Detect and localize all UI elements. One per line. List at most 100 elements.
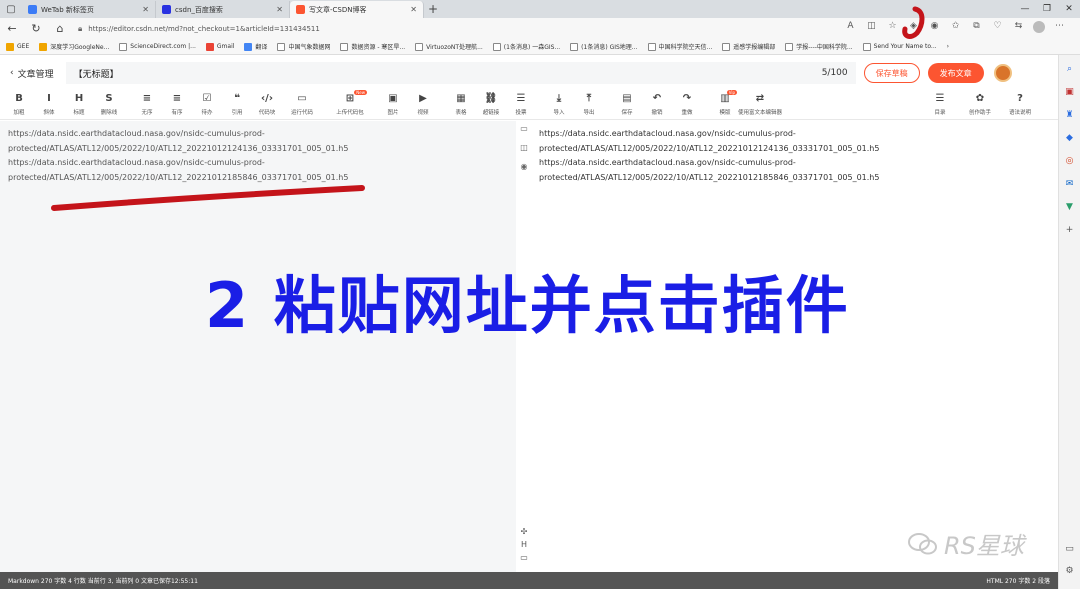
toolbar-tool-22[interactable]: ⇄ 使用富文本编辑器 bbox=[738, 90, 782, 116]
publish-button[interactable]: 发布文章 bbox=[927, 63, 984, 83]
favorites-icon[interactable]: ✩ bbox=[949, 21, 962, 33]
collections-icon[interactable]: ⧉ bbox=[970, 21, 983, 33]
sidebar-toggle-icon[interactable]: ▭ bbox=[1064, 543, 1076, 555]
bookmark-item[interactable]: 数据资源 - 寒区旱... bbox=[340, 42, 405, 51]
close-icon[interactable]: ✕ bbox=[410, 5, 417, 14]
tools-icon[interactable]: ♜ bbox=[1064, 109, 1076, 121]
close-icon[interactable]: ✕ bbox=[142, 5, 149, 14]
profile-avatar[interactable] bbox=[1033, 21, 1045, 33]
toolbar-tool-5[interactable]: ≡ 有序 bbox=[162, 90, 192, 116]
tab-actions-icon[interactable]: ▢ bbox=[0, 0, 22, 18]
toolbar-tool-8[interactable]: ‹/› 代码块 bbox=[252, 90, 282, 116]
drop-icon[interactable]: ▼ bbox=[1064, 201, 1076, 213]
tool-label: 标题 bbox=[73, 110, 85, 116]
tool-icon: ☰ bbox=[516, 93, 526, 104]
heading-icon[interactable]: H bbox=[521, 540, 527, 549]
bookmark-item[interactable]: 遥感学报编辑部 bbox=[722, 42, 775, 51]
read-aloud-icon[interactable]: A bbox=[844, 21, 857, 33]
url-field[interactable]: 🔒︎ https://editor.csdn.net/md?not_checko… bbox=[78, 21, 798, 36]
window-close-icon[interactable]: ✕ bbox=[1058, 0, 1080, 18]
more-icon[interactable]: ⋯ bbox=[1053, 21, 1066, 33]
split-view-icon[interactable]: ◫ bbox=[520, 143, 528, 152]
minimize-pane-icon[interactable]: ▭ bbox=[520, 553, 528, 562]
bookmark-item[interactable]: (1条消息) GIS地理... bbox=[570, 42, 638, 51]
browser-essentials-icon[interactable]: ♡ bbox=[991, 21, 1004, 33]
toolbar-tool-21[interactable]: ▥ 模版 Vip bbox=[710, 90, 740, 116]
toolbar-tool-17[interactable]: ⤒ 导出 bbox=[574, 90, 604, 116]
toolbar-tool-1[interactable]: I 斜体 bbox=[34, 90, 64, 116]
minimize-icon[interactable]: — bbox=[1014, 0, 1036, 18]
tab-csdn-editor[interactable]: 写文章-CSDN博客 ✕ bbox=[290, 1, 424, 18]
tool-icon: ▣ bbox=[388, 93, 398, 104]
gear-icon[interactable]: ⚙ bbox=[1064, 565, 1076, 577]
source-line[interactable]: https://data.nsidc.earthdatacloud.nasa.g… bbox=[8, 156, 508, 171]
new-tab-button[interactable]: + bbox=[424, 1, 442, 18]
eye-icon[interactable]: ◉ bbox=[521, 162, 528, 171]
toolbar-tool-18[interactable]: ▤ 保存 bbox=[612, 90, 642, 116]
toolbar-tool-14[interactable]: ⛓ 超链接 bbox=[476, 90, 506, 116]
source-line[interactable]: protected/ATLAS/ATL12/005/2022/10/ATL12_… bbox=[8, 171, 508, 186]
toolbar-tool-3[interactable]: S 删除线 bbox=[94, 90, 124, 116]
toolbar-tool-16[interactable]: ⤓ 导入 bbox=[544, 90, 574, 116]
toolbar-tool-7[interactable]: ❝ 引用 bbox=[222, 90, 252, 116]
bookmark-item[interactable]: 深度学习GoogleNe... bbox=[39, 42, 109, 51]
tool-icon: ? bbox=[1017, 93, 1023, 104]
bookmark-item[interactable]: ScienceDirect.com |... bbox=[119, 42, 196, 51]
source-line[interactable]: protected/ATLAS/ATL12/005/2022/10/ATL12_… bbox=[8, 142, 508, 157]
lock-icon[interactable]: 🔒︎ bbox=[78, 24, 82, 34]
toolbar-tool-11[interactable]: ▣ 图片 bbox=[378, 90, 408, 116]
save-draft-button[interactable]: 保存草稿 bbox=[863, 63, 920, 83]
bookmark-item[interactable]: Gmail bbox=[205, 42, 234, 51]
search-icon[interactable]: ⌕ bbox=[1064, 63, 1076, 75]
tab-wetab[interactable]: WeTab 新标签页 ✕ bbox=[22, 1, 156, 18]
bookmark-item[interactable]: 翻译 bbox=[244, 42, 267, 51]
tool-icon: ⇄ bbox=[755, 93, 765, 104]
article-manage-link[interactable]: ‹ 文章管理 bbox=[10, 67, 54, 80]
home-icon[interactable]: ⌂ bbox=[48, 22, 72, 35]
toolbar-tool-9[interactable]: ▭ 运行代码 bbox=[282, 90, 322, 116]
toolbar-tool-19[interactable]: ↶ 撤销 bbox=[642, 90, 672, 116]
tab-sync-icon[interactable]: ⇆ bbox=[1012, 21, 1025, 33]
toolbar-tool-20[interactable]: ↷ 重做 bbox=[672, 90, 702, 116]
tab-baidu[interactable]: csdn_百度搜索 ✕ bbox=[156, 1, 290, 18]
toolbar-tool-15[interactable]: ☰ 投票 bbox=[506, 90, 536, 116]
page-icon bbox=[277, 42, 286, 51]
user-avatar[interactable] bbox=[993, 64, 1012, 82]
toolbar-right-tool-0[interactable]: ☰ 目录 bbox=[920, 90, 960, 116]
games-icon[interactable]: ◆ bbox=[1064, 132, 1076, 144]
bookmarks-bar: GEE 深度学习GoogleNe... ScienceDirect.com |.… bbox=[0, 39, 1080, 55]
tool-badge: Vip bbox=[726, 90, 737, 95]
maximize-icon[interactable]: ❐ bbox=[1036, 0, 1058, 18]
reload-icon[interactable]: ↻ bbox=[24, 22, 48, 35]
close-icon[interactable]: ✕ bbox=[276, 5, 283, 14]
split-screen-icon[interactable]: ◫ bbox=[865, 21, 878, 33]
toolbar-tool-6[interactable]: ☑ 待办 bbox=[192, 90, 222, 116]
editor-header: ‹ 文章管理 【无标题】 5/100 保存草稿 发布文章 bbox=[0, 56, 1058, 90]
toolbar-tool-4[interactable]: ≡ 无序 bbox=[132, 90, 162, 116]
toolbar-right-tool-2[interactable]: ? 语法说明 bbox=[1000, 90, 1040, 116]
toolbar-tool-10[interactable]: ⊞ 上传代码包 New bbox=[330, 90, 370, 116]
toolbar-tool-0[interactable]: B 加粗 bbox=[4, 90, 34, 116]
article-title-input[interactable]: 【无标题】 5/100 bbox=[65, 62, 856, 84]
bookmark-item[interactable]: VirtuozoNT处理航... bbox=[415, 42, 483, 51]
office-icon[interactable]: ◎ bbox=[1064, 155, 1076, 167]
bookmark-item[interactable]: GEE bbox=[6, 42, 29, 51]
bookmarks-overflow-icon[interactable]: › bbox=[947, 43, 949, 50]
back-arrow-icon[interactable]: ← bbox=[0, 22, 24, 35]
bookmark-item[interactable]: 学报----中国科学院... bbox=[785, 42, 853, 51]
toolbar-tool-12[interactable]: ▶ 视频 bbox=[408, 90, 438, 116]
bookmark-item[interactable]: 中国气象数据网 bbox=[277, 42, 330, 51]
outlook-icon[interactable]: ✉ bbox=[1064, 178, 1076, 190]
bookmark-item[interactable]: (1条消息) 一森GIS... bbox=[492, 42, 560, 51]
source-line[interactable]: https://data.nsidc.earthdatacloud.nasa.g… bbox=[8, 127, 508, 142]
sync-scroll-icon[interactable]: ✣ bbox=[521, 527, 528, 536]
preview-toggle-icon[interactable]: ▭ bbox=[520, 124, 528, 133]
toolbar-tool-2[interactable]: H 标题 bbox=[64, 90, 94, 116]
plugin-icon[interactable]: ◉ bbox=[928, 21, 941, 33]
toolbar-right-tool-1[interactable]: ✿ 创作助手 bbox=[960, 90, 1000, 116]
add-icon[interactable]: + bbox=[1064, 224, 1076, 236]
shopping-icon[interactable]: ▣ bbox=[1064, 86, 1076, 98]
bookmark-item[interactable]: 中国科学院空天信... bbox=[647, 42, 712, 51]
bookmark-item[interactable]: Send Your Name to... bbox=[862, 42, 937, 51]
toolbar-tool-13[interactable]: ▦ 表格 bbox=[446, 90, 476, 116]
